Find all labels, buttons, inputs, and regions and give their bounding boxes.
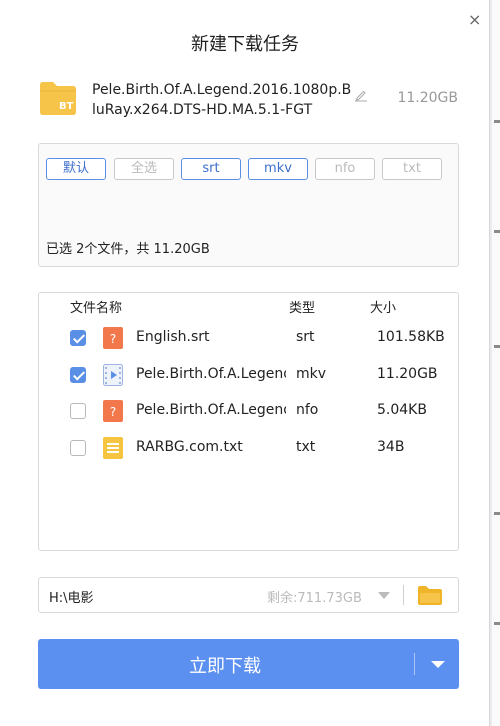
filter-chip-nfo[interactable]: nfo bbox=[315, 158, 375, 180]
dialog-title: 新建下载任务 bbox=[191, 34, 299, 55]
file-name: Pele.Birth.Of.A.Legend... bbox=[136, 366, 286, 382]
folder-badge: BT bbox=[59, 101, 74, 112]
browse-folder-icon[interactable] bbox=[417, 584, 443, 606]
free-space-label: 剩余:711.73GB bbox=[267, 591, 362, 606]
download-now-button[interactable]: 立即下载 bbox=[38, 639, 459, 689]
svg-text:?: ? bbox=[110, 405, 116, 419]
file-size: 34B bbox=[377, 439, 405, 455]
svg-text:?: ? bbox=[110, 332, 116, 346]
file-name: RARBG.com.txt bbox=[136, 439, 243, 455]
divider bbox=[403, 585, 404, 605]
file-filter-panel: 默认 全选 srt mkv nfo txt 已选 2个文件，共 11.20GB bbox=[38, 143, 459, 267]
new-download-dialog: × 新建下载任务 BT Pele.Birth.Of.A.Legend.2016.… bbox=[0, 0, 490, 726]
column-header-type: 类型 bbox=[289, 301, 316, 316]
filter-chip-txt[interactable]: txt bbox=[382, 158, 442, 180]
download-button-label: 立即下载 bbox=[189, 656, 261, 677]
bt-folder-icon: BT bbox=[40, 82, 76, 115]
chevron-down-icon[interactable] bbox=[377, 589, 391, 601]
save-path-value[interactable]: H:\电影 bbox=[49, 587, 94, 606]
file-type: txt bbox=[296, 439, 316, 455]
column-header-name: 文件名称 bbox=[70, 301, 123, 316]
filter-chip-select-all[interactable]: 全选 bbox=[114, 158, 174, 180]
file-checkbox[interactable] bbox=[70, 330, 86, 346]
filter-chip-mkv[interactable]: mkv bbox=[248, 158, 308, 180]
file-checkbox[interactable] bbox=[70, 440, 86, 456]
file-size: 101.58KB bbox=[377, 329, 445, 345]
background-window-edge bbox=[492, 0, 500, 726]
file-size: 5.04KB bbox=[377, 402, 427, 418]
file-checkbox[interactable] bbox=[70, 367, 86, 383]
background-window-mark bbox=[494, 345, 500, 348]
background-window-mark bbox=[494, 512, 500, 515]
total-size: 11.20GB bbox=[397, 90, 458, 106]
file-row[interactable]: RARBG.com.txt txt 34B bbox=[39, 433, 458, 463]
file-size: 11.20GB bbox=[377, 366, 438, 382]
filter-chip-srt[interactable]: srt bbox=[181, 158, 241, 180]
background-window-mark bbox=[494, 622, 500, 625]
edit-icon[interactable] bbox=[354, 88, 368, 102]
close-icon[interactable]: × bbox=[468, 12, 481, 28]
file-row[interactable]: ? English.srt srt 101.58KB bbox=[39, 323, 458, 353]
dropdown-arrow-icon[interactable] bbox=[424, 656, 452, 672]
file-type: srt bbox=[296, 329, 315, 345]
srt-file-icon: ? bbox=[103, 327, 123, 349]
file-row[interactable]: Pele.Birth.Of.A.Legend... mkv 11.20GB bbox=[39, 360, 458, 390]
torrent-name: Pele.Birth.Of.A.Legend.2016.1080p.BluRay… bbox=[92, 82, 352, 118]
column-header-size: 大小 bbox=[370, 301, 397, 316]
background-window-mark bbox=[494, 120, 500, 123]
background-window-mark bbox=[494, 230, 500, 233]
file-checkbox[interactable] bbox=[70, 403, 86, 419]
file-row[interactable]: ? Pele.Birth.Of.A.Legend... nfo 5.04KB bbox=[39, 396, 458, 426]
nfo-file-icon: ? bbox=[103, 400, 123, 422]
file-list: 文件名称 类型 大小 ? English.srt srt 101.58KB Pe… bbox=[38, 292, 459, 551]
text-file-icon bbox=[103, 437, 123, 459]
file-name: English.srt bbox=[136, 329, 210, 345]
file-type: mkv bbox=[296, 366, 327, 382]
file-name: Pele.Birth.Of.A.Legend... bbox=[136, 402, 286, 418]
selection-summary: 已选 2个文件，共 11.20GB bbox=[46, 242, 210, 257]
video-file-icon bbox=[103, 364, 123, 386]
divider bbox=[414, 653, 415, 675]
filter-chip-default[interactable]: 默认 bbox=[46, 158, 106, 180]
file-type: nfo bbox=[296, 402, 319, 418]
save-path-field[interactable]: H:\电影 剩余:711.73GB bbox=[38, 577, 459, 613]
